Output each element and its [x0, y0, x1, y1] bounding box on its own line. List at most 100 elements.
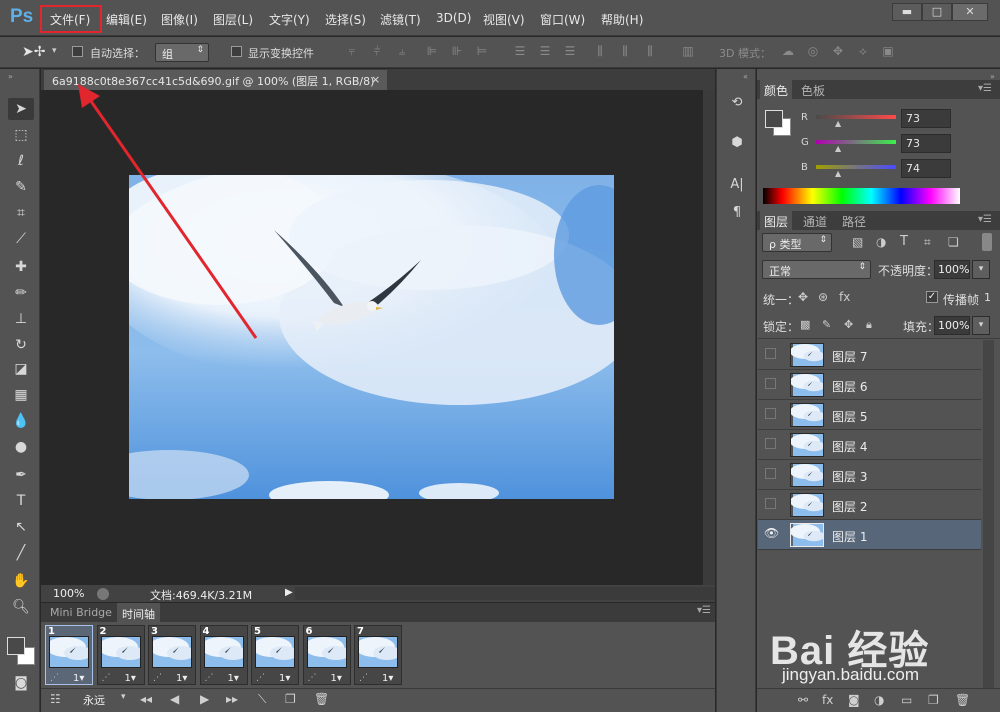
menu-type[interactable]: 文字(Y)	[269, 11, 310, 28]
layer-filter-dropdown[interactable]: ρ 类型 ⇕	[762, 233, 832, 252]
frame-delay[interactable]: 1▾	[73, 673, 84, 684]
propagate-frame-checkbox[interactable]: ✓	[926, 291, 938, 303]
new-group-icon[interactable]: ▭	[901, 693, 912, 707]
delete-layer-icon[interactable]: 🗑︎	[955, 693, 970, 707]
visibility-toggle[interactable]	[765, 348, 776, 359]
timeline-frame[interactable]: 1 ⋰ 1▾	[45, 625, 93, 685]
distribute-right-icon[interactable]: ⫼	[643, 44, 657, 58]
fill-chevron-icon[interactable]: ▾	[972, 316, 990, 335]
menu-filter[interactable]: 滤镜(T)	[380, 11, 421, 28]
expand-icon[interactable]: «	[743, 72, 748, 81]
frame-disposal-icon[interactable]: ⋰	[205, 673, 214, 683]
brush-tool-icon[interactable]: ✏	[8, 282, 34, 304]
lock-position-icon[interactable]: ✥	[844, 318, 853, 331]
blend-mode-dropdown[interactable]: 正常 ⇕	[762, 260, 871, 279]
frame-delay[interactable]: 1▾	[279, 673, 290, 684]
tab-swatches[interactable]: 色板	[797, 80, 829, 99]
menu-window[interactable]: 窗口(W)	[540, 11, 585, 28]
frame-disposal-icon[interactable]: ⋰	[153, 673, 162, 683]
filter-shape-icon[interactable]: ⌗	[924, 235, 931, 250]
tab-timeline[interactable]: 时间轴	[117, 603, 160, 622]
visibility-toggle[interactable]	[765, 408, 776, 419]
status-arrow-icon[interactable]: ▶	[285, 587, 293, 598]
r-slider-handle[interactable]: ▲	[835, 119, 841, 128]
tab-mini-bridge[interactable]: Mini Bridge	[45, 603, 117, 622]
layer-row[interactable]: 图层 7	[758, 340, 981, 370]
menu-layer[interactable]: 图层(L)	[213, 11, 253, 28]
distribute-vcenter-icon[interactable]: ☰	[538, 44, 552, 58]
layer-row[interactable]: 图层 3	[758, 460, 981, 490]
visibility-toggle[interactable]	[765, 498, 776, 509]
quick-mask-icon[interactable]: ◙	[8, 672, 34, 694]
auto-select-dropdown[interactable]: 组 ⇕	[155, 43, 209, 62]
zoom-level[interactable]: 100%	[53, 587, 84, 600]
r-slider[interactable]	[816, 115, 896, 119]
lock-all-icon[interactable]: 🔒︎	[866, 318, 872, 332]
auto-align-icon[interactable]: ▥	[681, 44, 695, 58]
move-tool-preset-icon[interactable]: ➤✢	[22, 44, 45, 60]
character-panel-icon[interactable]: A|	[728, 177, 746, 195]
b-value[interactable]: 74	[901, 159, 951, 178]
menu-image[interactable]: 图像(I)	[161, 11, 198, 28]
add-mask-icon[interactable]: ◙	[848, 693, 860, 707]
foreground-color-swatch-top[interactable]	[7, 637, 25, 655]
visibility-toggle[interactable]	[765, 438, 776, 449]
timeline-frame[interactable]: 4 ⋰ 1▾	[199, 625, 248, 685]
next-frame-icon[interactable]: ▸▸	[226, 692, 238, 706]
eye-icon[interactable]: 👁︎	[764, 526, 779, 540]
unify-style-icon[interactable]: fx	[839, 290, 850, 304]
unify-position-icon[interactable]: ✥	[798, 290, 808, 304]
layer-name[interactable]: 图层 1	[832, 528, 867, 545]
timeline-frame[interactable]: 7 ⋰ 1▾	[354, 625, 402, 685]
auto-select-checkbox[interactable]	[72, 46, 83, 57]
3d-pan-icon[interactable]: ✥	[831, 44, 845, 58]
foreground-swatch[interactable]	[765, 110, 783, 128]
menu-3d[interactable]: 3D(D)	[436, 11, 471, 25]
status-menu-icon[interactable]	[97, 588, 109, 600]
distribute-left-icon[interactable]: ⫼	[593, 44, 607, 58]
previous-frame-icon[interactable]: ◀	[170, 692, 179, 706]
move-tool-icon[interactable]: ➤	[8, 98, 34, 120]
crop-tool-icon[interactable]: ⌗	[8, 202, 34, 224]
3d-slide-icon[interactable]: ⟡	[856, 44, 870, 58]
filter-type-icon[interactable]: T	[900, 234, 908, 249]
align-right-icon[interactable]: ⊨	[475, 44, 489, 58]
new-layer-icon[interactable]: ❐	[928, 693, 939, 707]
distribute-hcenter-icon[interactable]: ⫼	[618, 44, 632, 58]
marquee-tool-icon[interactable]: ⬚	[8, 124, 34, 146]
tab-paths[interactable]: 路径	[838, 211, 870, 230]
align-hcenter-icon[interactable]: ⊪	[450, 44, 464, 58]
healing-brush-tool-icon[interactable]: ✚	[8, 256, 34, 278]
distribute-bottom-icon[interactable]: ☰	[563, 44, 577, 58]
layer-name[interactable]: 图层 7	[832, 348, 867, 365]
horizontal-scrollbar[interactable]	[295, 587, 715, 600]
pen-tool-icon[interactable]: ✒	[8, 464, 34, 486]
collapse-icon[interactable]: »	[8, 72, 13, 81]
loop-option[interactable]: 永远	[83, 692, 105, 708]
layer-name[interactable]: 图层 4	[832, 438, 867, 455]
frame-delay[interactable]: 1▾	[228, 673, 239, 684]
link-layers-icon[interactable]: ⚯	[798, 693, 808, 707]
opacity-value[interactable]: 100%	[934, 260, 970, 279]
layer-row[interactable]: 图层 2	[758, 490, 981, 520]
visibility-toggle[interactable]	[765, 378, 776, 389]
history-brush-tool-icon[interactable]: ↻	[8, 334, 34, 356]
frame-delay[interactable]: 1▾	[382, 673, 393, 684]
panel-menu-icon[interactable]: ▾☰	[697, 605, 711, 616]
layer-name[interactable]: 图层 3	[832, 468, 867, 485]
loop-chevron-icon[interactable]: ▾	[121, 692, 126, 702]
layer-style-icon[interactable]: fx	[822, 693, 833, 707]
quick-select-tool-icon[interactable]: ✎	[8, 176, 34, 198]
menu-view[interactable]: 视图(V)	[483, 11, 525, 28]
play-icon[interactable]: ▶	[200, 692, 209, 706]
align-vcenter-icon[interactable]: ⫩	[370, 44, 384, 58]
align-left-icon[interactable]: ⊫	[425, 44, 439, 58]
unify-visibility-icon[interactable]: ⊛	[818, 290, 828, 304]
g-value[interactable]: 73	[901, 134, 951, 153]
filter-toggle[interactable]	[982, 233, 992, 251]
show-transform-checkbox[interactable]	[231, 46, 242, 57]
hand-tool-icon[interactable]: ✋	[8, 570, 34, 592]
duplicate-frame-icon[interactable]: ❐	[285, 692, 296, 706]
type-tool-icon[interactable]: T	[8, 490, 34, 512]
color-panel-menu-icon[interactable]: ▾☰	[978, 83, 992, 94]
